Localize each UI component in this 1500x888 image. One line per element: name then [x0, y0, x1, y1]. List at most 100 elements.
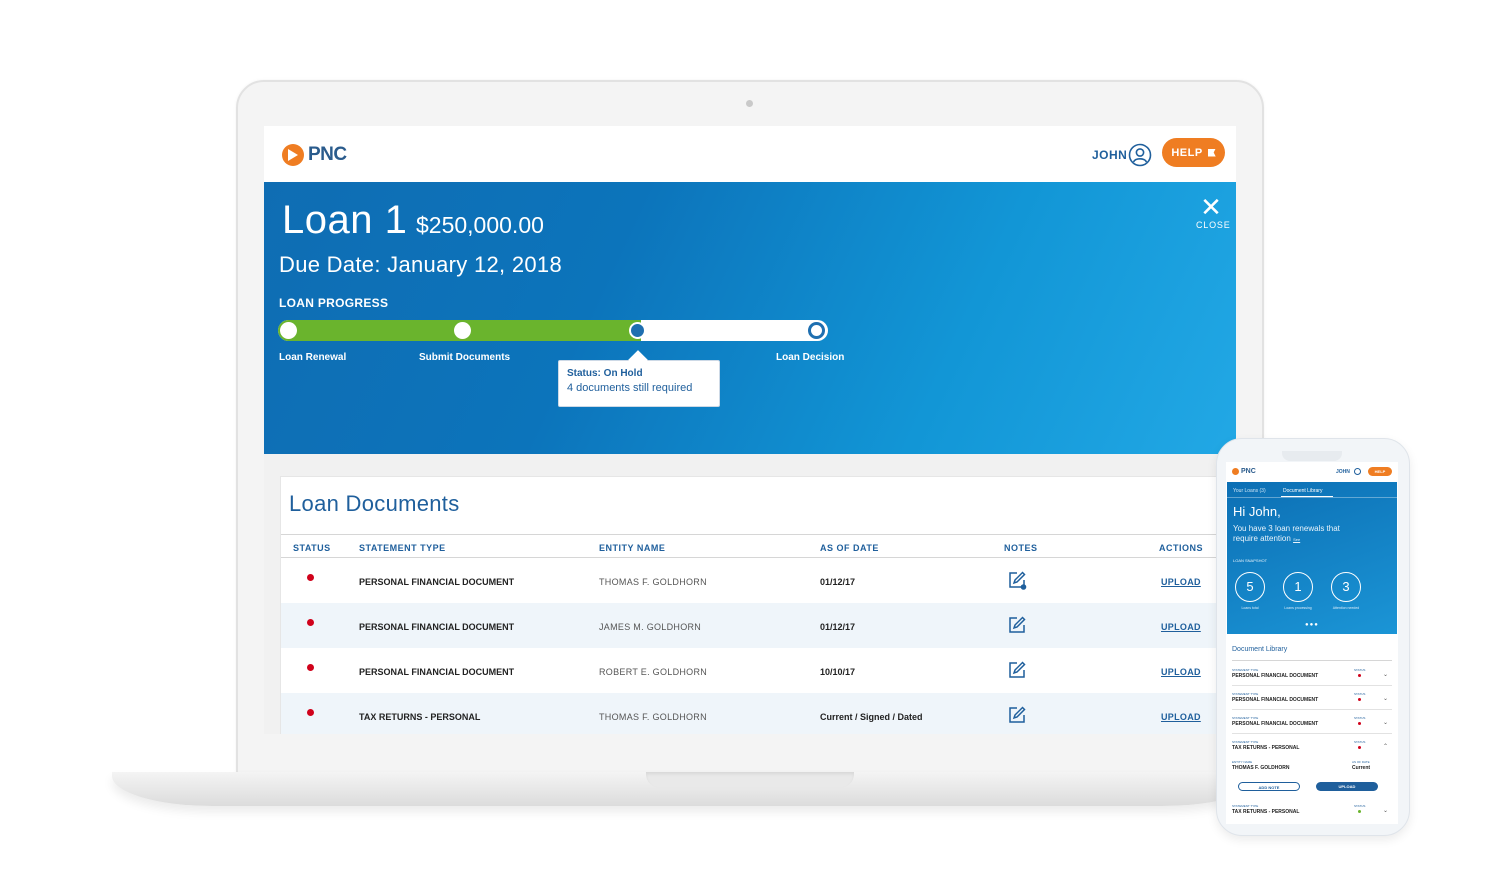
- upload-link[interactable]: UPLOAD: [1161, 577, 1201, 587]
- phone-screen: PNC JOHN HELP Your Loans (3) Document Li…: [1226, 462, 1398, 824]
- list-item[interactable]: STATEMENT TYPE TAX RETURNS - PERSONAL ST…: [1232, 804, 1392, 815]
- stat-circle: 5: [1235, 572, 1265, 602]
- status-indicator: [307, 574, 314, 581]
- upload-link[interactable]: UPLOAD: [1161, 622, 1201, 632]
- chevron-down-icon[interactable]: ⌄: [1383, 695, 1388, 702]
- upload-button[interactable]: UPLOAD: [1316, 782, 1378, 791]
- list-item-expanded[interactable]: STATEMENT TYPE TAX RETURNS - PERSONAL ST…: [1232, 740, 1392, 771]
- close-label: CLOSE: [1196, 220, 1231, 230]
- carousel-dots[interactable]: ●●●: [1305, 622, 1319, 628]
- phone-brand-name: PNC: [1241, 468, 1256, 475]
- stat-label: Loans total: [1241, 606, 1259, 610]
- stat-circle: 3: [1331, 572, 1361, 602]
- edit-note-icon[interactable]: [1007, 615, 1027, 635]
- stat-label: Attention needed: [1332, 606, 1360, 610]
- tab-document-library[interactable]: Document Library: [1283, 488, 1322, 494]
- item-key: STATEMENT TYPE: [1232, 716, 1259, 720]
- item-key: STATEMENT TYPE: [1232, 804, 1259, 808]
- entity-name: ROBERT E. GOLDHORN: [599, 667, 708, 677]
- entity-name: THOMAS F. GOLDHORN: [599, 577, 707, 587]
- close-button[interactable]: ✕ CLOSE: [1196, 192, 1231, 230]
- tab-your-loans[interactable]: Your Loans (3): [1233, 488, 1266, 494]
- statement-type: TAX RETURNS - PERSONAL: [359, 712, 481, 722]
- step-dot-loan-renewal: [280, 322, 297, 339]
- stat-label: Loans processing: [1284, 606, 1312, 610]
- loan-documents-card: Loan Documents STATUS STATEMENT TYPE ENT…: [280, 476, 1220, 734]
- table-row[interactable]: PERSONAL FINANCIAL DOCUMENT JAMES M. GOL…: [281, 603, 1219, 648]
- item-value: TAX RETURNS - PERSONAL: [1232, 809, 1300, 815]
- upload-link[interactable]: UPLOAD: [1161, 667, 1201, 677]
- entity-value: THOMAS F. GOLDHORN: [1232, 765, 1290, 771]
- status-subtitle: 4 documents still required: [567, 382, 693, 394]
- status-indicator: [307, 619, 314, 626]
- laptop-camera: [746, 100, 753, 107]
- entity-name: JAMES M. GOLDHORN: [599, 622, 702, 632]
- table-row[interactable]: PERSONAL FINANCIAL DOCUMENT ROBERT E. GO…: [281, 648, 1219, 693]
- item-value: PERSONAL FINANCIAL DOCUMENT: [1232, 721, 1319, 727]
- chevron-down-icon[interactable]: ⌄: [1383, 807, 1388, 814]
- user-name[interactable]: JOHN: [1092, 148, 1127, 162]
- user-profile-icon[interactable]: [1354, 468, 1361, 475]
- mockup-stage: PNC JOHN HELP Loan 1 $250,000.00 Due Dat…: [0, 0, 1500, 888]
- see-link[interactable]: See: [1293, 537, 1300, 542]
- table-row[interactable]: TAX RETURNS - PERSONAL THOMAS F. GOLDHOR…: [281, 693, 1219, 734]
- divider: [1232, 660, 1392, 661]
- list-item[interactable]: STATEMENT TYPE PERSONAL FINANCIAL DOCUME…: [1232, 668, 1392, 686]
- pnc-logo[interactable]: PNC: [282, 144, 347, 166]
- divider: [281, 534, 1219, 535]
- status-indicator: [1358, 810, 1361, 813]
- as-of-date: 01/12/17: [820, 577, 856, 587]
- status-indicator: [1358, 698, 1361, 701]
- column-header-statement-type[interactable]: STATEMENT TYPE: [359, 543, 446, 553]
- help-label: HELP: [1171, 146, 1203, 159]
- item-key: STATEMENT TYPE: [1232, 740, 1259, 744]
- laptop-screen: PNC JOHN HELP Loan 1 $250,000.00 Due Dat…: [264, 126, 1236, 734]
- pnc-logo-icon: [1232, 468, 1239, 475]
- stat-circle: 1: [1283, 572, 1313, 602]
- step-dot-current: [629, 322, 646, 339]
- date-key: AS OF DATE: [1352, 760, 1370, 764]
- status-indicator: [1358, 722, 1361, 725]
- item-status-label: STATUS: [1354, 804, 1366, 808]
- add-note-button[interactable]: ADD NOTE: [1238, 782, 1300, 791]
- table-row[interactable]: PERSONAL FINANCIAL DOCUMENT THOMAS F. GO…: [281, 558, 1219, 603]
- edit-note-icon[interactable]: [1007, 705, 1027, 725]
- step-label-submit-documents: Submit Documents: [419, 352, 511, 363]
- item-status-label: STATUS: [1354, 692, 1366, 696]
- upload-link[interactable]: UPLOAD: [1161, 712, 1201, 722]
- document-library-title: Document Library: [1232, 646, 1288, 653]
- phone-notch: [1282, 451, 1342, 461]
- chevron-down-icon[interactable]: ⌄: [1383, 671, 1388, 678]
- item-value: PERSONAL FINANCIAL DOCUMENT: [1232, 697, 1319, 703]
- attention-message-text: You have 3 loan renewals that require at…: [1233, 524, 1340, 543]
- entity-key: ENTITY NAME: [1232, 760, 1253, 764]
- divider: [1232, 733, 1392, 734]
- close-icon: ✕: [1200, 192, 1222, 222]
- loan-progress-track: [278, 320, 828, 341]
- note-with-badge-icon[interactable]: [1007, 570, 1027, 590]
- phone-pnc-logo[interactable]: PNC: [1232, 468, 1256, 475]
- phone-help-button[interactable]: HELP: [1368, 467, 1392, 476]
- column-header-as-of-date[interactable]: AS OF DATE: [820, 543, 879, 553]
- item-status-label: STATUS: [1354, 740, 1366, 744]
- active-tab-indicator: [1281, 496, 1333, 497]
- step-label-loan-decision: Loan Decision: [776, 352, 845, 363]
- chevron-down-icon[interactable]: ⌄: [1383, 719, 1388, 726]
- help-button[interactable]: HELP: [1162, 138, 1225, 167]
- step-dot-submit-documents: [454, 322, 471, 339]
- column-header-entity-name[interactable]: ENTITY NAME: [599, 543, 665, 553]
- flag-icon: [1207, 148, 1216, 157]
- column-header-status[interactable]: STATUS: [293, 543, 331, 553]
- loan-documents-title: Loan Documents: [289, 491, 460, 516]
- list-item[interactable]: STATEMENT TYPE PERSONAL FINANCIAL DOCUME…: [1232, 692, 1392, 710]
- list-item[interactable]: STATEMENT TYPE PERSONAL FINANCIAL DOCUME…: [1232, 716, 1392, 734]
- as-of-date: 10/10/17: [820, 667, 856, 677]
- chevron-up-icon[interactable]: ⌃: [1383, 743, 1388, 750]
- divider: [1227, 497, 1397, 498]
- user-profile-icon[interactable]: [1128, 143, 1152, 167]
- status-indicator: [307, 664, 314, 671]
- column-header-actions: ACTIONS: [1159, 543, 1203, 553]
- phone-user-name[interactable]: JOHN: [1336, 469, 1350, 475]
- edit-note-icon[interactable]: [1007, 660, 1027, 680]
- item-status-label: STATUS: [1354, 668, 1366, 672]
